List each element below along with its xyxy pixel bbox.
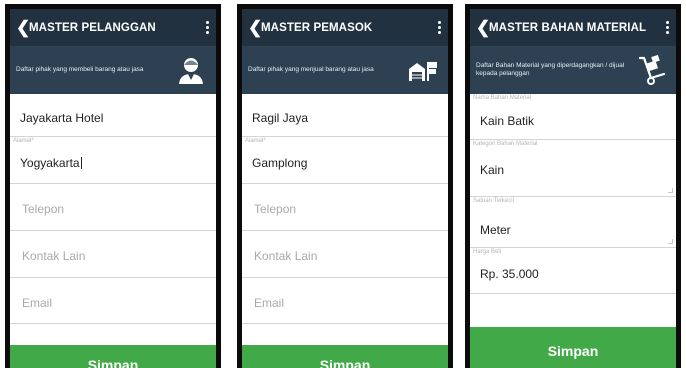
phone-field[interactable]: Telepon	[242, 184, 448, 231]
purchase-price-field[interactable]: Harga Beli Rp. 35.000	[470, 248, 676, 294]
customer-name-field[interactable]: Jayakarta Hotel	[10, 94, 216, 137]
supplier-name-field[interactable]: Ragil Jaya	[242, 94, 448, 137]
email-field[interactable]: Email	[10, 278, 216, 324]
app-bar: ❮ MASTER BAHAN MATERIAL	[470, 9, 676, 46]
smallest-unit-field[interactable]: Satuan Terkecil Meter	[470, 197, 676, 248]
screen-title: MASTER PELANGGAN	[29, 21, 156, 34]
screen-description: Daftar pihak yang membeli barang atau ja…	[16, 66, 144, 73]
hand-truck-icon	[634, 53, 668, 87]
overflow-menu-icon[interactable]	[436, 21, 442, 34]
material-name-field[interactable]: Nama Bahan Material Kain Batik	[470, 94, 676, 140]
screen-master-pelanggan: ❮ MASTER PELANGGAN Daftar pihak yang mem…	[5, 4, 221, 368]
screen-description: Daftar pihak yang menjual barang atau ja…	[248, 66, 374, 73]
screen-title: MASTER BAHAN MATERIAL	[489, 21, 647, 34]
address-value: Yogyakarta	[20, 156, 82, 170]
material-name-value: Kain Batik	[480, 114, 535, 128]
address-field[interactable]: Alamat* Gamplong	[242, 137, 448, 184]
smallest-unit-label: Satuan Terkecil	[473, 198, 514, 204]
screen-title: MASTER PEMASOK	[261, 21, 373, 34]
material-category-field[interactable]: Kategori Bahan Material Kain	[470, 140, 676, 197]
customer-name-value: Jayakarta Hotel	[20, 111, 104, 125]
address-value: Gamplong	[252, 156, 308, 170]
phone-field[interactable]: Telepon	[10, 184, 216, 231]
save-button[interactable]: Simpan	[10, 345, 216, 368]
material-category-value: Kain	[480, 163, 505, 177]
purchase-price-label: Harga Beli	[473, 249, 502, 255]
material-name-label: Nama Bahan Material	[473, 95, 532, 101]
screen-master-bahan-material: ❮ MASTER BAHAN MATERIAL Daftar Bahan Mat…	[465, 4, 681, 368]
app-bar: ❮ MASTER PEMASOK	[242, 9, 448, 46]
purchase-price-value: Rp. 35.000	[480, 267, 539, 281]
resize-handle-icon[interactable]	[668, 188, 673, 193]
save-button[interactable]: Simpan	[470, 327, 676, 368]
address-label: Alamat*	[245, 138, 267, 144]
smallest-unit-value: Meter	[480, 223, 511, 237]
screen-master-pemasok: ❮ MASTER PEMASOK Daftar pihak yang menju…	[237, 4, 453, 368]
info-banner: Daftar pihak yang menjual barang atau ja…	[242, 46, 448, 94]
back-arrow-icon[interactable]: ❮	[16, 19, 30, 36]
phone-placeholder: Telepon	[22, 202, 65, 216]
overflow-menu-icon[interactable]	[664, 21, 670, 34]
customer-icon	[174, 53, 208, 87]
material-category-label: Kategori Bahan Material	[473, 141, 538, 147]
other-contact-placeholder: Kontak Lain	[22, 249, 86, 263]
email-field[interactable]: Email	[242, 278, 448, 324]
screen-description: Daftar Bahan Material yang diperdagangka…	[476, 62, 625, 77]
other-contact-field[interactable]: Kontak Lain	[242, 231, 448, 278]
info-banner: Daftar Bahan Material yang diperdagangka…	[470, 46, 676, 94]
other-contact-placeholder: Kontak Lain	[254, 249, 318, 263]
other-contact-field[interactable]: Kontak Lain	[10, 231, 216, 278]
phone-placeholder: Telepon	[254, 202, 297, 216]
email-placeholder: Email	[254, 296, 285, 310]
overflow-menu-icon[interactable]	[204, 21, 210, 34]
address-label: Alamat*	[13, 138, 35, 144]
supplier-name-value: Ragil Jaya	[252, 111, 309, 125]
email-placeholder: Email	[22, 296, 53, 310]
app-bar: ❮ MASTER PELANGGAN	[10, 9, 216, 46]
info-banner: Daftar pihak yang membeli barang atau ja…	[10, 46, 216, 94]
resize-handle-icon[interactable]	[668, 239, 673, 244]
back-arrow-icon[interactable]: ❮	[248, 19, 262, 36]
save-button[interactable]: Simpan	[242, 345, 448, 368]
back-arrow-icon[interactable]: ❮	[476, 19, 490, 36]
supplier-icon	[406, 53, 440, 87]
address-field[interactable]: Alamat* Yogyakarta	[10, 137, 216, 184]
